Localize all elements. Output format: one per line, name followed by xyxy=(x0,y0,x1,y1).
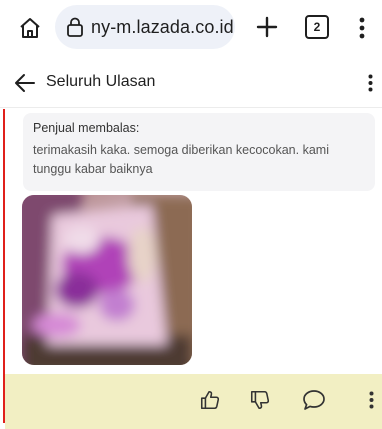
browser-toolbar: ny-m.lazada.co.id 2 xyxy=(0,0,382,56)
new-tab-button[interactable] xyxy=(252,12,282,42)
review-action-bar xyxy=(5,374,382,429)
url-text[interactable]: ny-m.lazada.co.id xyxy=(91,17,234,38)
plus-icon xyxy=(256,16,278,38)
review-content: Penjual membalas: terimakasih kaka. semo… xyxy=(0,109,382,429)
comment-icon[interactable] xyxy=(302,388,326,412)
page-title: Seluruh Ulasan xyxy=(46,73,156,90)
lock-icon[interactable] xyxy=(65,16,85,38)
browser-menu-icon[interactable] xyxy=(352,13,372,43)
page-header: Seluruh Ulasan xyxy=(0,58,382,108)
seller-reply-label: Penjual membalas: xyxy=(33,121,140,135)
home-icon[interactable] xyxy=(16,14,44,42)
tab-switcher-button[interactable]: 2 xyxy=(305,15,329,39)
header-more-icon[interactable] xyxy=(362,70,378,96)
back-arrow-icon[interactable] xyxy=(12,70,38,96)
review-photo[interactable] xyxy=(22,195,192,365)
address-bar[interactable]: ny-m.lazada.co.id xyxy=(55,5,235,49)
more-icon[interactable] xyxy=(359,388,382,412)
thumbs-up-icon[interactable] xyxy=(198,388,222,412)
thumbs-down-icon[interactable] xyxy=(248,388,272,412)
seller-reply-text: terimakasih kaka. semoga diberikan kecoc… xyxy=(33,143,329,176)
seller-reply: Penjual membalas: terimakasih kaka. semo… xyxy=(23,113,375,191)
